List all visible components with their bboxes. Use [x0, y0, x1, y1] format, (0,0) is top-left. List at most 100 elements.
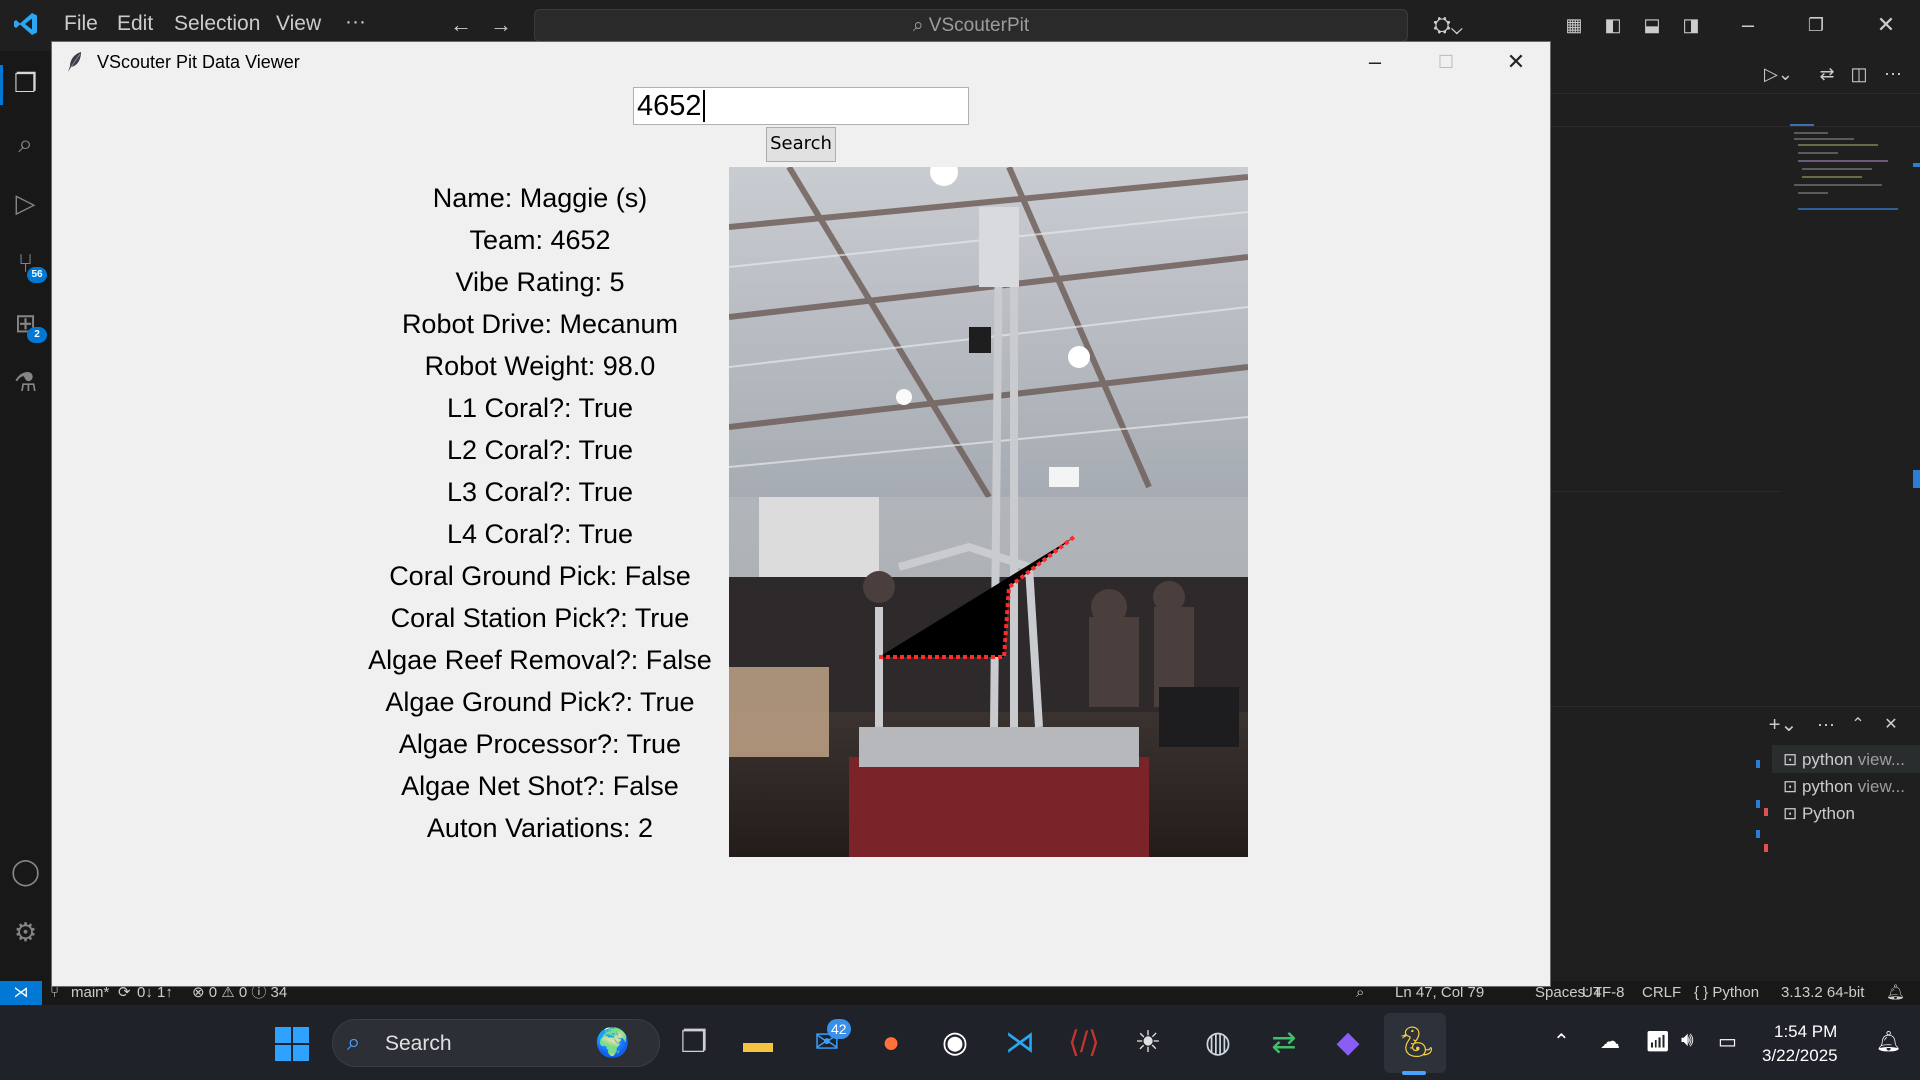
command-center[interactable]: ⌕ VScouterPit — [534, 9, 1408, 42]
customize-layout-icon[interactable]: ▦ — [1561, 12, 1587, 38]
search-highlight-icon: 🌍 — [595, 1027, 630, 1058]
robot-photo — [729, 167, 1248, 857]
split-editor-icon[interactable]: ◫ — [1846, 61, 1872, 87]
menu-selection[interactable]: Selection — [174, 12, 260, 36]
activity-bar: ❐ ⌕ ▷ ⑂ 56 ⊞ 2 ⚗ ◯ ⚙ — [0, 51, 51, 981]
active-app-indicator — [1402, 1071, 1426, 1075]
menu-more-icon[interactable]: ··· — [345, 10, 366, 34]
menu-view[interactable]: View — [276, 12, 321, 36]
info-algae-reef-removal: Algae Reef Removal?: False — [368, 645, 712, 675]
python-feather-icon[interactable]: 🐍︎ — [1394, 1021, 1438, 1065]
forward-arrow-icon[interactable]: → — [488, 12, 514, 38]
info-auton-variations: Auton Variations: 2 — [426, 813, 654, 843]
back-arrow-icon[interactable]: ← — [448, 12, 474, 38]
terminal-tab[interactable]: ⊡ Python — [1783, 801, 1855, 827]
firefox-icon[interactable]: ● — [869, 1021, 913, 1065]
terminal-icon: ⊡ — [1783, 750, 1802, 769]
info-algae-ground-pick: Algae Ground Pick?: True — [385, 687, 695, 717]
toggle-sidebar-icon[interactable]: ◧ — [1600, 12, 1626, 38]
info-l3-coral: L3 Coral?: True — [446, 477, 634, 507]
notification-bell-icon[interactable]: 🔔︎ — [1876, 1029, 1901, 1054]
manage-gear-icon[interactable]: ⚙ — [10, 917, 41, 948]
explorer-icon[interactable]: ❐ — [10, 68, 41, 99]
copilot-icon[interactable]: ⛭⌄ — [1428, 12, 1468, 38]
source-control-badge: 56 — [27, 267, 47, 283]
maximize-icon[interactable]: ☐ — [1423, 46, 1469, 78]
code-editor-icon[interactable]: ⟨/⟩ — [1062, 1021, 1106, 1065]
show-hidden-icons-icon[interactable]: ⌃ — [1553, 1029, 1570, 1054]
info-l4-coral: L4 Coral?: True — [446, 519, 634, 549]
toggle-secondary-sidebar-icon[interactable]: ◨ — [1678, 12, 1704, 38]
testing-flask-icon[interactable]: ⚗ — [10, 367, 41, 398]
run-python-icon[interactable]: ▷⌄ — [1764, 61, 1793, 87]
file-encoding[interactable]: UTF-8 — [1582, 981, 1625, 1005]
source-control-icon[interactable]: ⑂ 56 — [10, 248, 47, 283]
search-icon: ⌕ — [912, 15, 929, 36]
terminal-tab[interactable]: ⊡ python view... — [1783, 747, 1905, 773]
toggle-panel-icon[interactable]: ⬓ — [1639, 12, 1665, 38]
panel-more-icon[interactable]: ⋯ — [1813, 712, 1839, 738]
python-interpreter[interactable]: 3.13.2 64-bit — [1781, 981, 1864, 1005]
window-titlebar: VScouter Pit Data Viewer – ☐ ✕ — [52, 42, 1550, 82]
browser-app-icon[interactable]: ◉ — [933, 1021, 977, 1065]
line-ending[interactable]: CRLF — [1642, 981, 1681, 1005]
active-indicator — [0, 65, 3, 105]
text-cursor — [702, 90, 705, 122]
close-icon[interactable]: ✕ — [1493, 46, 1539, 78]
windows-start-icon[interactable] — [274, 1026, 310, 1062]
vscode-close-icon[interactable]: ✕ — [1873, 12, 1899, 38]
clock-date[interactable]: 3/22/2025 — [1762, 1046, 1838, 1066]
minimize-icon[interactable]: – — [1352, 46, 1398, 78]
info-team: Team: 4652 — [469, 225, 611, 255]
onedrive-cloud-icon[interactable]: ☁ — [1600, 1029, 1620, 1054]
file-explorer-icon[interactable]: ▬ — [736, 1021, 780, 1065]
maximize-panel-icon[interactable]: ⌃ — [1845, 712, 1871, 738]
editor-more-icon[interactable]: ⋯ — [1880, 61, 1906, 87]
clock-time[interactable]: 1:54 PM — [1774, 1022, 1837, 1042]
obsidian-icon[interactable]: ◆ — [1326, 1021, 1370, 1065]
close-panel-icon[interactable]: ✕ — [1878, 712, 1904, 738]
feather-icon — [66, 51, 84, 73]
vscode-taskbar-icon[interactable]: ⋊ — [998, 1021, 1042, 1065]
notifications-bell-icon[interactable]: 🔔︎ — [1886, 981, 1905, 1005]
search-icon[interactable]: ⌕ — [10, 128, 41, 159]
run-debug-icon[interactable]: ▷ — [10, 188, 41, 219]
open-changes-icon[interactable]: ⇄ — [1814, 61, 1840, 87]
volume-icon[interactable]: 🔊︎ — [1681, 1029, 1694, 1052]
window-title: VScouter Pit Data Viewer — [97, 52, 300, 72]
taskbar-search-box[interactable]: ⌕ Search 🌍 — [332, 1019, 660, 1067]
vscode-minimize-icon[interactable]: – — [1735, 12, 1761, 38]
language-mode[interactable]: { } Python — [1694, 981, 1759, 1005]
search-button[interactable]: Search — [766, 127, 836, 162]
wifi-icon[interactable]: 📶︎ — [1645, 1029, 1670, 1054]
info-algae-processor: Algae Processor?: True — [398, 729, 682, 759]
editor-split-divider — [1550, 491, 1780, 492]
sync-app-icon[interactable]: ⇄ — [1262, 1021, 1306, 1065]
info-vibe-rating: Vibe Rating: 5 — [455, 267, 625, 297]
settings-brightness-icon[interactable]: ☀ — [1126, 1021, 1170, 1065]
app-icon[interactable]: ◍ — [1196, 1021, 1240, 1065]
mail-badge: 42 — [827, 1019, 851, 1039]
mail-icon[interactable]: ✉ 42 — [805, 1019, 851, 1065]
taskbar-search-label: Search — [385, 1032, 452, 1055]
minimap — [1790, 124, 1902, 224]
battery-icon[interactable]: ▭ — [1718, 1029, 1737, 1054]
new-terminal-icon[interactable]: +⌄ — [1764, 712, 1802, 738]
info-name: Name: Maggie (s) — [432, 183, 648, 213]
menu-edit[interactable]: Edit — [117, 12, 153, 36]
task-view-icon[interactable]: ❐ — [672, 1021, 716, 1065]
info-coral-station-pick: Coral Station Pick?: True — [390, 603, 690, 633]
vscode-restore-icon[interactable]: ❐ — [1803, 12, 1829, 38]
command-center-label: VScouterPit — [928, 15, 1030, 36]
pit-data-viewer-window: VScouter Pit Data Viewer – ☐ ✕ 4652 Sear… — [51, 41, 1551, 987]
scrollbar-marker — [1913, 163, 1920, 167]
accounts-icon[interactable]: ◯ — [10, 856, 41, 887]
remote-indicator-icon[interactable]: ⋊ — [0, 981, 42, 1005]
team-info-list: Name: Maggie (s) Team: 4652 Vibe Rating:… — [292, 177, 788, 849]
info-coral-ground-pick: Coral Ground Pick: False — [389, 561, 691, 591]
extensions-icon[interactable]: ⊞ 2 — [10, 308, 47, 343]
menu-file[interactable]: File — [64, 12, 98, 36]
terminal-tab[interactable]: ⊡ python view... — [1783, 774, 1905, 800]
editor-tab-divider — [1550, 93, 1920, 94]
team-number-input[interactable]: 4652 — [633, 87, 969, 125]
